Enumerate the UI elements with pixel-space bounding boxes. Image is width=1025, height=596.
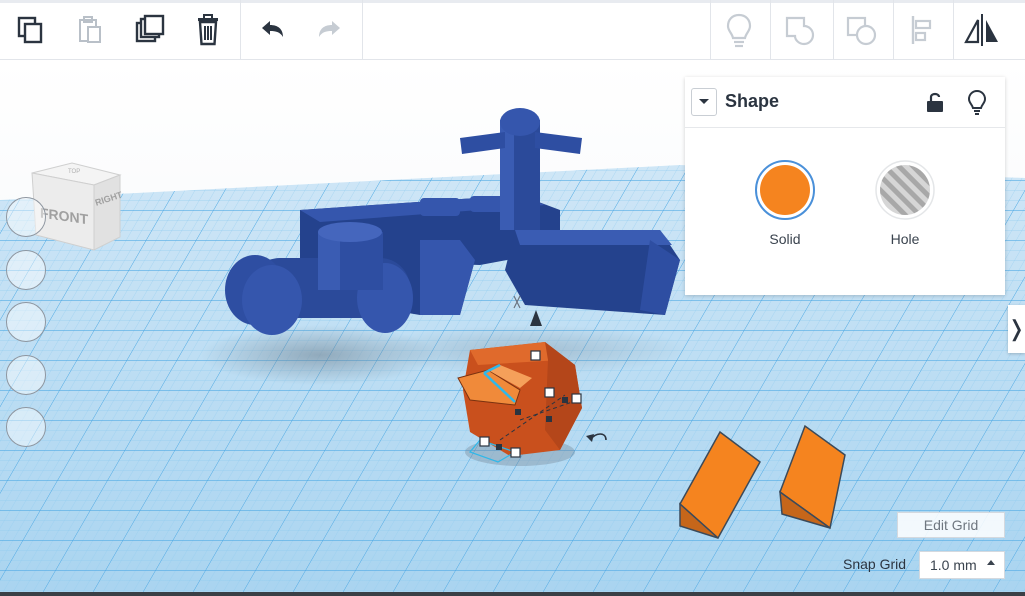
viewcube-top-label: TOP xyxy=(68,169,80,175)
hole-option[interactable] xyxy=(874,159,936,221)
note-bulb-icon[interactable] xyxy=(719,8,759,52)
group-icon[interactable] xyxy=(780,8,820,52)
ungroup-icon[interactable] xyxy=(841,8,881,52)
top-toolbar xyxy=(0,0,1025,60)
mirror-icon[interactable] xyxy=(962,8,1002,52)
shape-panel-header: Shape xyxy=(685,77,1005,128)
snap-grid-label: Snap Grid xyxy=(843,556,907,572)
edit-grid-button[interactable]: Edit Grid xyxy=(897,512,1005,538)
chevron-down-icon xyxy=(699,99,709,104)
shape-inspector-panel: Shape Solid Hole xyxy=(685,77,1005,295)
solid-option[interactable] xyxy=(754,159,816,221)
zoom-out-button[interactable] xyxy=(6,355,46,395)
duplicate-icon[interactable] xyxy=(130,8,170,52)
solid-label: Solid xyxy=(769,231,801,247)
snap-grid-select[interactable]: 1.0 mm xyxy=(919,551,1005,579)
paste-icon[interactable] xyxy=(70,8,110,52)
copy-icon[interactable] xyxy=(10,8,50,52)
hole-swatch xyxy=(875,160,935,220)
delete-icon[interactable] xyxy=(188,8,228,52)
solid-swatch xyxy=(755,160,815,220)
undo-icon[interactable] xyxy=(252,8,292,52)
collapse-panel-button[interactable] xyxy=(691,88,717,116)
lock-icon[interactable] xyxy=(922,88,948,116)
shape-panel-title: Shape xyxy=(725,91,780,111)
redo-icon[interactable] xyxy=(310,8,350,52)
align-icon[interactable] xyxy=(902,8,942,52)
bottom-strip xyxy=(0,592,1025,596)
zoom-in-button[interactable] xyxy=(6,302,46,342)
snap-grid-value: 1.0 mm xyxy=(930,557,977,573)
ortho-view-button[interactable] xyxy=(6,407,46,447)
fit-view-button[interactable] xyxy=(6,250,46,290)
light-bulb-icon[interactable] xyxy=(964,88,990,116)
chevron-right-icon: ❭ xyxy=(1007,316,1025,341)
home-view-button[interactable] xyxy=(6,197,46,237)
hole-label: Hole xyxy=(890,231,920,247)
caret-up-icon xyxy=(987,560,995,565)
panel-toggle-button[interactable]: ❭ xyxy=(1007,305,1025,353)
